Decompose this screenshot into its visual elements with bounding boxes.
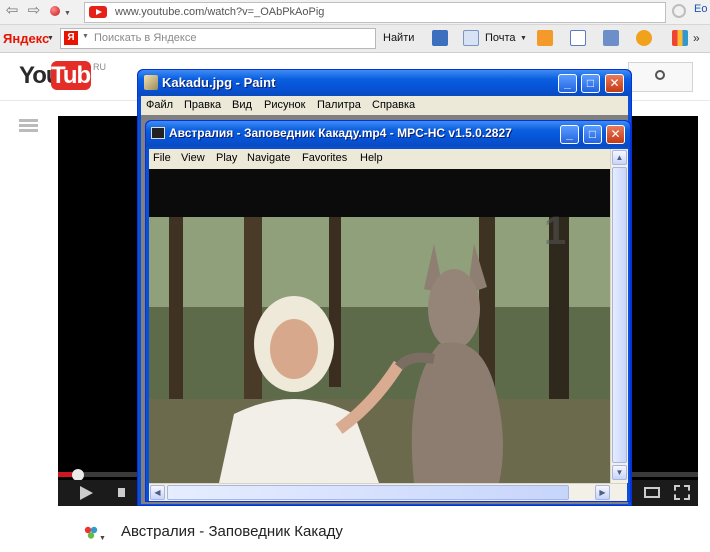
- paint-menu-file[interactable]: Файл: [146, 99, 173, 111]
- horizontal-scroll-thumb[interactable]: [167, 485, 569, 500]
- mpc-video-frame[interactable]: 1: [149, 169, 610, 483]
- mpc-menu-favorites[interactable]: Favorites: [302, 152, 347, 164]
- apps-icon[interactable]: [603, 30, 619, 46]
- yandex-mail-button[interactable]: Почта: [485, 32, 516, 44]
- mail-dropdown-icon[interactable]: ▼: [520, 35, 527, 42]
- more-icon[interactable]: »: [693, 31, 700, 45]
- search-dropdown-icon[interactable]: ▼: [82, 33, 89, 40]
- close-icon: ✕: [609, 76, 620, 90]
- volume-icon[interactable]: [118, 488, 125, 497]
- yandex-y-icon: Я: [64, 31, 78, 45]
- paint-close-button[interactable]: ✕: [605, 74, 624, 93]
- url-bar[interactable]: www.youtube.com/watch?v=_OAbPkAoPig: [84, 2, 666, 23]
- mpc-menu-view[interactable]: View: [181, 152, 205, 164]
- youtube-search-button[interactable]: [628, 62, 693, 92]
- paint-app-icon: [144, 75, 158, 90]
- play-icon[interactable]: [80, 486, 93, 500]
- mail-icon[interactable]: [463, 30, 479, 46]
- video-info: ▼ Австралия - Заповедник Какаду: [58, 506, 698, 552]
- yandex-search-placeholder: Поискать в Яндексе: [94, 32, 197, 44]
- back-icon[interactable]: ⇦: [4, 3, 20, 19]
- scroll-down-icon[interactable]: ▼: [612, 465, 627, 480]
- minimize-icon: _: [566, 127, 573, 141]
- translate-icon[interactable]: [432, 30, 448, 46]
- minimize-icon: _: [564, 76, 571, 90]
- channel-avatar-icon[interactable]: [84, 526, 98, 540]
- fullscreen-icon[interactable]: [674, 485, 690, 500]
- close-icon: ✕: [610, 127, 621, 141]
- forward-icon[interactable]: ⇨: [26, 3, 42, 19]
- mpc-menu-play[interactable]: Play: [216, 152, 237, 164]
- yandex-search-input[interactable]: Я ▼ Поискать в Яндексе: [60, 28, 376, 49]
- youtube-region: RU: [93, 62, 106, 72]
- translate-box-icon[interactable]: [570, 30, 586, 46]
- yandex-toolbar: Яндекс ▼ Я ▼ Поискать в Яндексе Найти По…: [0, 25, 710, 53]
- mpc-close-button[interactable]: ✕: [606, 125, 625, 144]
- paint-minimize-button[interactable]: _: [558, 74, 577, 93]
- scroll-right-icon[interactable]: ▶: [595, 485, 610, 500]
- dropdown-arrow-icon[interactable]: ▼: [64, 10, 71, 17]
- mpc-window: Австралия - Заповедник Какаду.mp4 - MPC-…: [145, 120, 631, 502]
- url-text: www.youtube.com/watch?v=_OAbPkAoPig: [115, 6, 325, 18]
- paint-menu-help[interactable]: Справка: [372, 99, 415, 111]
- mpc-maximize-button[interactable]: □: [583, 125, 602, 144]
- corner-link[interactable]: Eo: [694, 3, 707, 15]
- youtube-favicon-icon: [89, 6, 107, 18]
- shopping-icon[interactable]: [537, 30, 553, 46]
- paint-menu-colors[interactable]: Палитра: [317, 99, 361, 111]
- svg-text:1: 1: [544, 209, 566, 253]
- mpc-title-bar[interactable]: Австралия - Заповедник Какаду.mp4 - MPC-…: [146, 121, 630, 147]
- paint-menu-edit[interactable]: Правка: [184, 99, 221, 111]
- film-icon: [151, 127, 165, 139]
- paint-menu-image[interactable]: Рисунок: [264, 99, 306, 111]
- mpc-menu-file[interactable]: File: [153, 152, 171, 164]
- mpc-menu-navigate[interactable]: Navigate: [247, 152, 290, 164]
- maximize-icon: □: [588, 127, 597, 141]
- mpc-vertical-scrollbar[interactable]: ▲ ▼: [610, 149, 628, 483]
- browser-address-row: ⇦ ⇨ ▼ www.youtube.com/watch?v=_OAbPkAoPi…: [0, 0, 710, 25]
- paint-title-bar[interactable]: Kakadu.jpg - Paint _ □ ✕: [138, 70, 631, 96]
- video-title: Австралия - Заповедник Какаду: [121, 523, 343, 540]
- star-outline-icon[interactable]: [672, 4, 686, 18]
- mpc-horizontal-scrollbar[interactable]: ◀ ▶: [149, 483, 627, 501]
- search-icon: [655, 70, 665, 80]
- yandex-menu-arrow-icon[interactable]: ▼: [47, 35, 54, 42]
- paint-menu-view[interactable]: Вид: [232, 99, 252, 111]
- paint-maximize-button[interactable]: □: [581, 74, 600, 93]
- mpc-title: Австралия - Заповедник Какаду.mp4 - MPC-…: [169, 126, 512, 140]
- channel-dropdown-icon[interactable]: ▼: [99, 535, 106, 542]
- paint-title: Kakadu.jpg - Paint: [162, 75, 276, 90]
- maximize-icon: □: [586, 76, 595, 90]
- colorful-app-icon[interactable]: [50, 6, 60, 16]
- mpc-menu-bar: File View Play Navigate Favorites Help: [149, 149, 627, 169]
- paint-menu-bar: Файл Правка Вид Рисунок Палитра Справка: [141, 96, 628, 115]
- chat-icon[interactable]: [636, 30, 652, 46]
- theater-mode-icon[interactable]: [644, 487, 660, 498]
- scroll-left-icon[interactable]: ◀: [150, 485, 165, 500]
- extensions-icon[interactable]: [672, 30, 688, 46]
- yandex-find-button[interactable]: Найти: [383, 32, 414, 44]
- vertical-scroll-thumb[interactable]: [612, 167, 627, 463]
- scroll-up-icon[interactable]: ▲: [612, 150, 627, 165]
- yandex-logo[interactable]: Яндекс: [3, 31, 49, 46]
- mpc-menu-help[interactable]: Help: [360, 152, 383, 164]
- guide-menu-icon[interactable]: [19, 119, 38, 133]
- mpc-minimize-button[interactable]: _: [560, 125, 579, 144]
- youtube-logo-tube[interactable]: Tube: [51, 61, 104, 90]
